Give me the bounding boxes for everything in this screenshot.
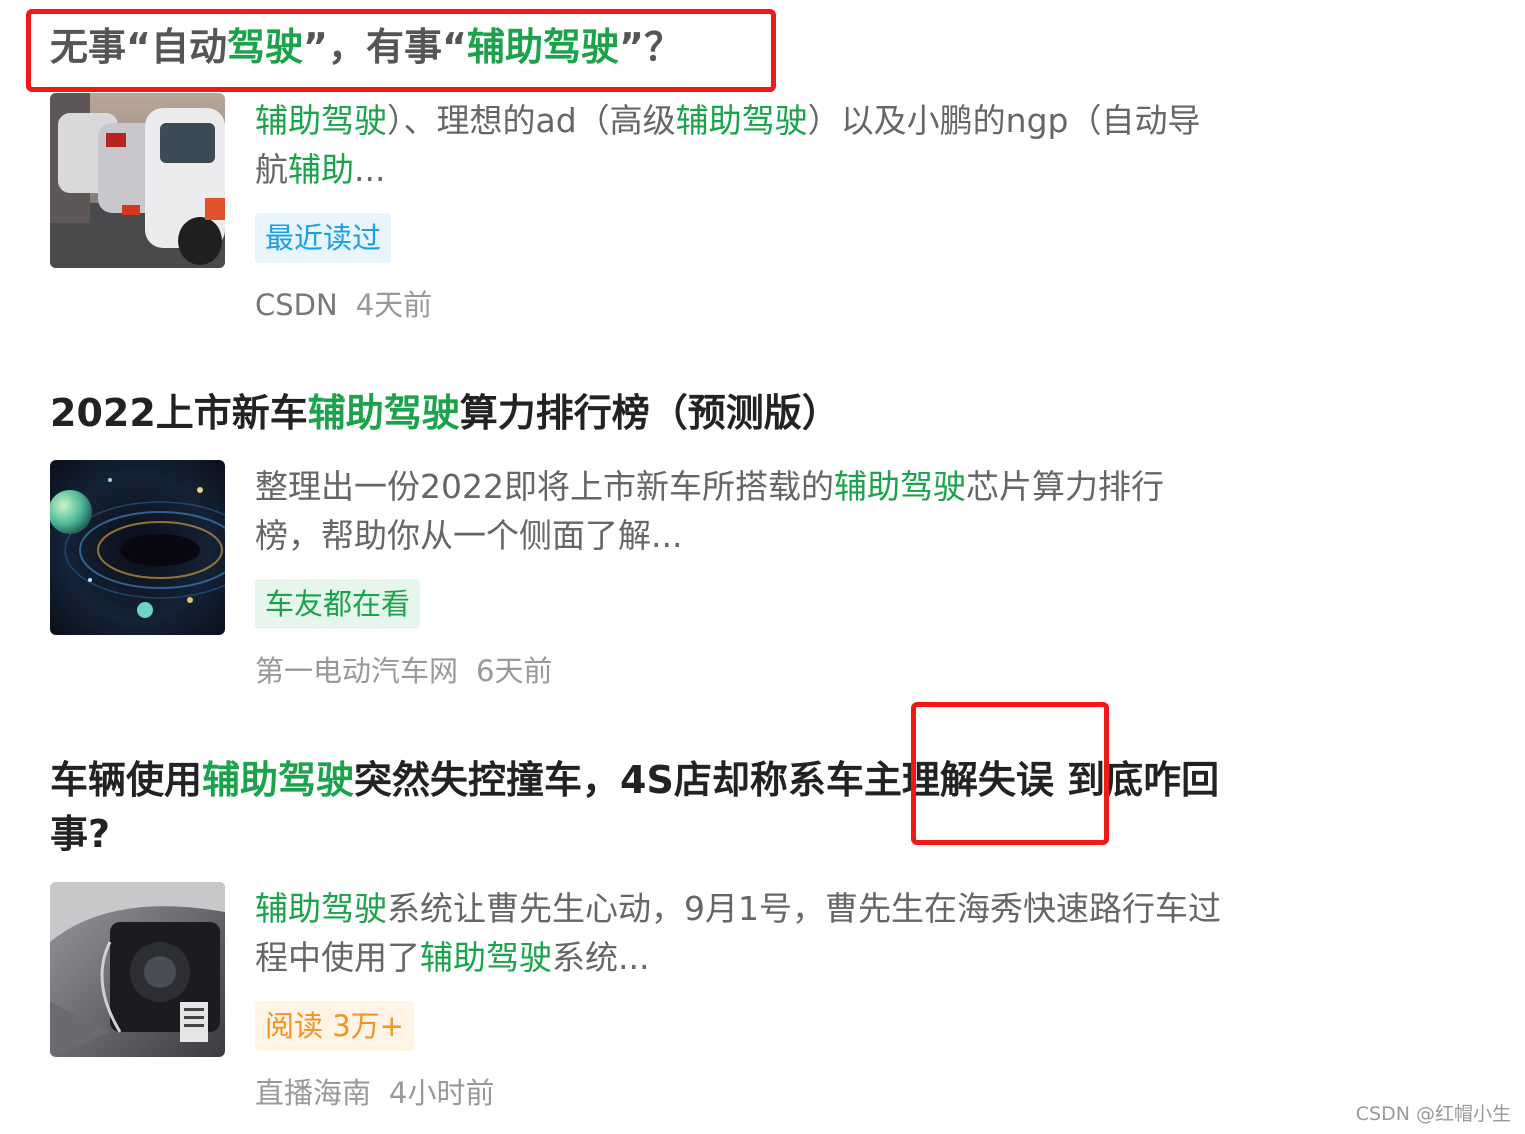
article-thumbnail[interactable] — [50, 460, 225, 635]
article-title[interactable]: 2022上市新车辅助驾驶算力排行榜（预测版） — [50, 386, 840, 440]
article-thumbnail[interactable] — [50, 93, 225, 268]
article-meta: 直播海南 4小时前 — [255, 1073, 494, 1113]
galaxy-photo-icon — [50, 460, 225, 635]
traffic-jam-photo-icon — [50, 93, 225, 268]
friends-watching-badge: 车友都在看 — [255, 579, 421, 629]
article-summary: 整理出一份2022即将上市新车所搭载的辅助驾驶芯片算力排行榜，帮助你从一个侧面了… — [255, 467, 1164, 555]
article-meta: 第一电动汽车网 6天前 — [255, 651, 552, 691]
read-count-badge: 阅读 3万+ — [255, 1001, 414, 1051]
article-time: 4小时前 — [389, 1076, 495, 1110]
article-summary: 辅助驾驶）、理想的ad（高级辅助驾驶）以及小鹏的ngp（自动导航辅助... — [255, 101, 1201, 189]
damaged-headlight-photo-icon — [50, 882, 225, 1057]
article-time: 6天前 — [476, 654, 553, 688]
article-summary: 辅助驾驶系统让曹先生心动，9月1号，曹先生在海秀快速路行车过程中使用了辅助驾驶系… — [255, 889, 1221, 977]
article-time: 4天前 — [355, 288, 433, 322]
article-source[interactable]: 直播海南 — [255, 1076, 371, 1110]
article-source[interactable]: 第一电动汽车网 — [255, 654, 458, 688]
article-meta: CSDN 4天前 — [255, 285, 432, 325]
article-source[interactable]: CSDN — [255, 288, 338, 322]
annotation-box-title — [26, 9, 776, 92]
annotation-box-phrase — [911, 702, 1109, 845]
article-thumbnail[interactable] — [50, 882, 225, 1057]
recently-read-badge: 最近读过 — [255, 213, 392, 263]
watermark: CSDN @红帽小生 — [1355, 1103, 1511, 1125]
